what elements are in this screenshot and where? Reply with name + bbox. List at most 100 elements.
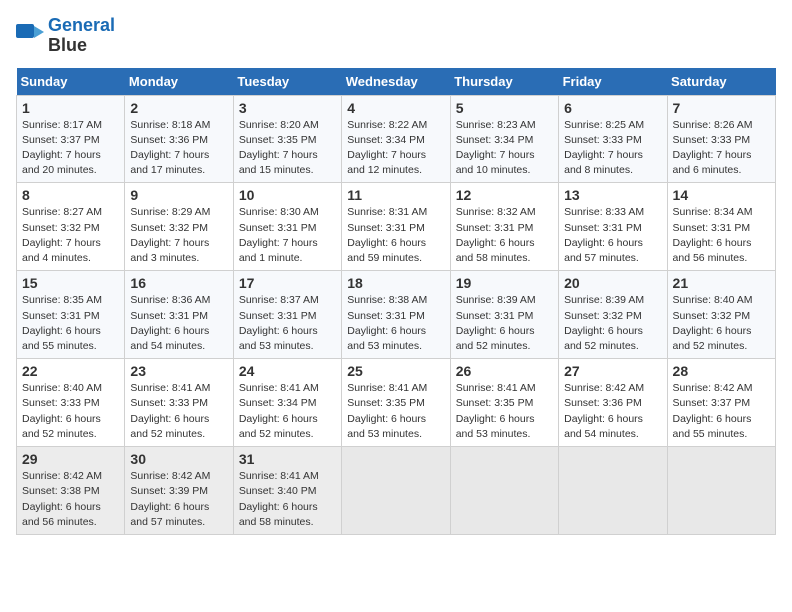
calendar-day-cell: 21 Sunrise: 8:40 AMSunset: 3:32 PMDayligh… <box>667 271 775 359</box>
day-info: Sunrise: 8:41 AMSunset: 3:34 PMDaylight:… <box>239 381 336 442</box>
day-info: Sunrise: 8:41 AMSunset: 3:35 PMDaylight:… <box>347 381 444 442</box>
calendar-day-cell: 14 Sunrise: 8:34 AMSunset: 3:31 PMDayligh… <box>667 183 775 271</box>
day-number: 31 <box>239 451 336 467</box>
day-info: Sunrise: 8:32 AMSunset: 3:31 PMDaylight:… <box>456 205 553 266</box>
calendar-day-cell: 24 Sunrise: 8:41 AMSunset: 3:34 PMDayligh… <box>233 359 341 447</box>
calendar-day-cell: 28 Sunrise: 8:42 AMSunset: 3:37 PMDayligh… <box>667 359 775 447</box>
calendar-day-cell: 3Sunrise: 8:20 AMSunset: 3:35 PMDaylight… <box>233 95 341 183</box>
calendar-day-cell: 25 Sunrise: 8:41 AMSunset: 3:35 PMDayligh… <box>342 359 450 447</box>
day-info: Sunrise: 8:41 AMSunset: 3:40 PMDaylight:… <box>239 469 336 530</box>
header-monday: Monday <box>125 68 233 96</box>
calendar-week-row: 1 Sunrise: 8:17 AMSunset: 3:37 PMDaylight… <box>17 95 776 183</box>
day-info: Sunrise: 8:26 AMSunset: 3:33 PMDaylight:… <box>673 118 770 179</box>
calendar-week-row: 22Sunrise: 8:40 AMSunset: 3:33 PMDayligh… <box>17 359 776 447</box>
day-info: Sunrise: 8:40 AMSunset: 3:32 PMDaylight:… <box>673 293 770 354</box>
calendar-day-cell: 22Sunrise: 8:40 AMSunset: 3:33 PMDayligh… <box>17 359 125 447</box>
header-tuesday: Tuesday <box>233 68 341 96</box>
logo-text: General Blue <box>48 16 115 56</box>
calendar-day-cell: 31 Sunrise: 8:41 AMSunset: 3:40 PMDayligh… <box>233 447 341 535</box>
header-saturday: Saturday <box>667 68 775 96</box>
day-number: 27 <box>564 363 661 379</box>
day-number: 1 <box>22 100 119 116</box>
calendar-day-cell: 18Sunrise: 8:38 AMSunset: 3:31 PMDayligh… <box>342 271 450 359</box>
day-number: 9 <box>130 187 227 203</box>
day-info: Sunrise: 8:41 AMSunset: 3:33 PMDaylight:… <box>130 381 227 442</box>
day-info: Sunrise: 8:33 AMSunset: 3:31 PMDaylight:… <box>564 205 661 266</box>
calendar-day-cell: 6 Sunrise: 8:25 AMSunset: 3:33 PMDaylight… <box>559 95 667 183</box>
day-number: 28 <box>673 363 770 379</box>
calendar-day-cell: 5 Sunrise: 8:23 AMSunset: 3:34 PMDaylight… <box>450 95 558 183</box>
calendar-day-cell: 9Sunrise: 8:29 AMSunset: 3:32 PMDaylight… <box>125 183 233 271</box>
day-info: Sunrise: 8:17 AMSunset: 3:37 PMDaylight:… <box>22 118 119 179</box>
calendar-table: Sunday Monday Tuesday Wednesday Thursday… <box>16 68 776 535</box>
calendar-day-cell: 20 Sunrise: 8:39 AMSunset: 3:32 PMDayligh… <box>559 271 667 359</box>
calendar-week-row: 29 Sunrise: 8:42 AMSunset: 3:38 PMDayligh… <box>17 447 776 535</box>
logo: General Blue <box>16 16 115 56</box>
day-info: Sunrise: 8:23 AMSunset: 3:34 PMDaylight:… <box>456 118 553 179</box>
calendar-header-row: Sunday Monday Tuesday Wednesday Thursday… <box>17 68 776 96</box>
header-wednesday: Wednesday <box>342 68 450 96</box>
day-number: 30 <box>130 451 227 467</box>
day-number: 14 <box>673 187 770 203</box>
calendar-week-row: 8 Sunrise: 8:27 AMSunset: 3:32 PMDaylight… <box>17 183 776 271</box>
day-info: Sunrise: 8:39 AMSunset: 3:31 PMDaylight:… <box>456 293 553 354</box>
day-info: Sunrise: 8:41 AMSunset: 3:35 PMDaylight:… <box>456 381 553 442</box>
day-number: 8 <box>22 187 119 203</box>
calendar-day-cell: 4Sunrise: 8:22 AMSunset: 3:34 PMDaylight… <box>342 95 450 183</box>
calendar-day-cell: 15Sunrise: 8:35 AMSunset: 3:31 PMDayligh… <box>17 271 125 359</box>
calendar-day-cell: 23Sunrise: 8:41 AMSunset: 3:33 PMDayligh… <box>125 359 233 447</box>
day-number: 17 <box>239 275 336 291</box>
calendar-week-row: 15Sunrise: 8:35 AMSunset: 3:31 PMDayligh… <box>17 271 776 359</box>
day-info: Sunrise: 8:25 AMSunset: 3:33 PMDaylight:… <box>564 118 661 179</box>
day-info: Sunrise: 8:30 AMSunset: 3:31 PMDaylight:… <box>239 205 336 266</box>
day-info: Sunrise: 8:37 AMSunset: 3:31 PMDaylight:… <box>239 293 336 354</box>
day-number: 20 <box>564 275 661 291</box>
day-info: Sunrise: 8:27 AMSunset: 3:32 PMDaylight:… <box>22 205 119 266</box>
day-number: 21 <box>673 275 770 291</box>
calendar-day-cell: 30 Sunrise: 8:42 AMSunset: 3:39 PMDayligh… <box>125 447 233 535</box>
day-number: 19 <box>456 275 553 291</box>
calendar-day-cell: 19 Sunrise: 8:39 AMSunset: 3:31 PMDayligh… <box>450 271 558 359</box>
day-number: 4 <box>347 100 444 116</box>
day-number: 2 <box>130 100 227 116</box>
day-info: Sunrise: 8:42 AMSunset: 3:38 PMDaylight:… <box>22 469 119 530</box>
calendar-day-cell <box>342 447 450 535</box>
day-number: 29 <box>22 451 119 467</box>
header-friday: Friday <box>559 68 667 96</box>
day-info: Sunrise: 8:31 AMSunset: 3:31 PMDaylight:… <box>347 205 444 266</box>
day-info: Sunrise: 8:42 AMSunset: 3:36 PMDaylight:… <box>564 381 661 442</box>
day-number: 12 <box>456 187 553 203</box>
day-info: Sunrise: 8:36 AMSunset: 3:31 PMDaylight:… <box>130 293 227 354</box>
day-number: 25 <box>347 363 444 379</box>
calendar-day-cell: 26 Sunrise: 8:41 AMSunset: 3:35 PMDayligh… <box>450 359 558 447</box>
calendar-day-cell: 16 Sunrise: 8:36 AMSunset: 3:31 PMDayligh… <box>125 271 233 359</box>
day-number: 16 <box>130 275 227 291</box>
calendar-day-cell: 10Sunrise: 8:30 AMSunset: 3:31 PMDayligh… <box>233 183 341 271</box>
day-info: Sunrise: 8:38 AMSunset: 3:31 PMDaylight:… <box>347 293 444 354</box>
day-number: 6 <box>564 100 661 116</box>
calendar-day-cell: 2Sunrise: 8:18 AMSunset: 3:36 PMDaylight… <box>125 95 233 183</box>
calendar-day-cell: 8 Sunrise: 8:27 AMSunset: 3:32 PMDaylight… <box>17 183 125 271</box>
calendar-day-cell: 17 Sunrise: 8:37 AMSunset: 3:31 PMDayligh… <box>233 271 341 359</box>
logo-icon <box>16 24 44 48</box>
day-info: Sunrise: 8:40 AMSunset: 3:33 PMDaylight:… <box>22 381 119 442</box>
day-info: Sunrise: 8:42 AMSunset: 3:39 PMDaylight:… <box>130 469 227 530</box>
day-info: Sunrise: 8:34 AMSunset: 3:31 PMDaylight:… <box>673 205 770 266</box>
calendar-day-cell <box>559 447 667 535</box>
header-thursday: Thursday <box>450 68 558 96</box>
day-info: Sunrise: 8:42 AMSunset: 3:37 PMDaylight:… <box>673 381 770 442</box>
day-number: 5 <box>456 100 553 116</box>
calendar-day-cell <box>450 447 558 535</box>
calendar-day-cell: 27 Sunrise: 8:42 AMSunset: 3:36 PMDayligh… <box>559 359 667 447</box>
day-info: Sunrise: 8:39 AMSunset: 3:32 PMDaylight:… <box>564 293 661 354</box>
day-number: 26 <box>456 363 553 379</box>
day-number: 3 <box>239 100 336 116</box>
calendar-day-cell: 29 Sunrise: 8:42 AMSunset: 3:38 PMDayligh… <box>17 447 125 535</box>
calendar-day-cell: 7Sunrise: 8:26 AMSunset: 3:33 PMDaylight… <box>667 95 775 183</box>
day-number: 11 <box>347 187 444 203</box>
calendar-body: 1 Sunrise: 8:17 AMSunset: 3:37 PMDaylight… <box>17 95 776 534</box>
day-number: 13 <box>564 187 661 203</box>
calendar-day-cell: 12 Sunrise: 8:32 AMSunset: 3:31 PMDayligh… <box>450 183 558 271</box>
day-number: 24 <box>239 363 336 379</box>
day-info: Sunrise: 8:35 AMSunset: 3:31 PMDaylight:… <box>22 293 119 354</box>
